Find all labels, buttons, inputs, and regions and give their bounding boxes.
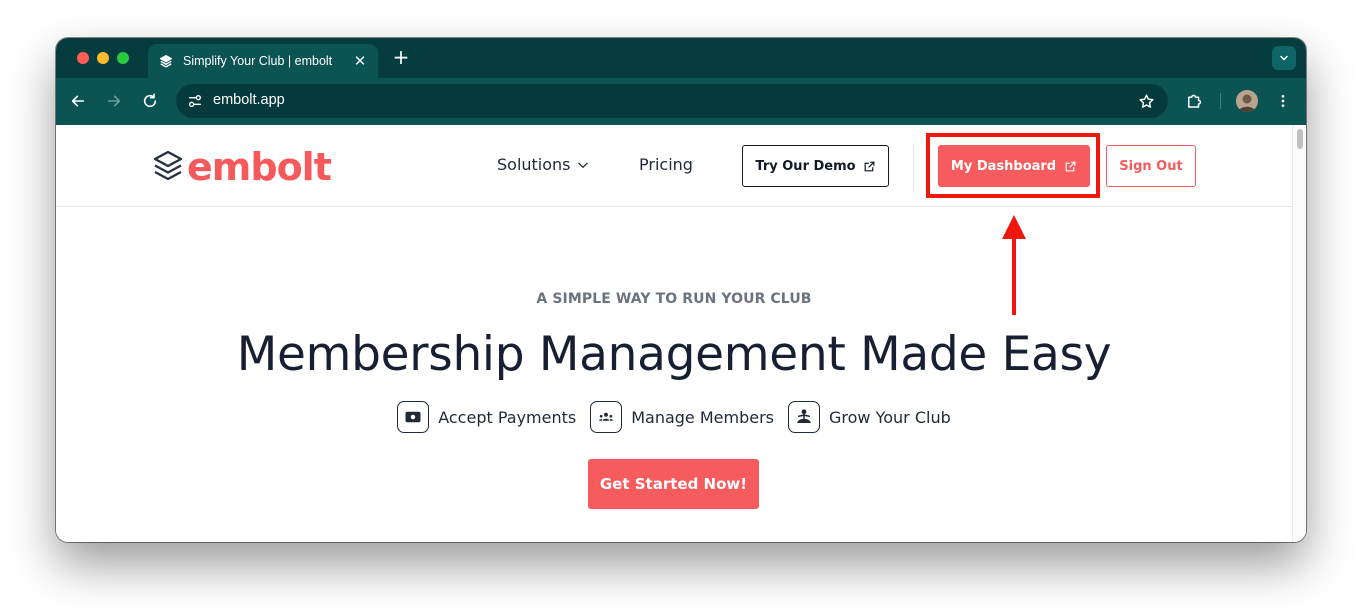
feature-item: Manage Members (590, 401, 774, 433)
browser-menu-button[interactable] (1271, 89, 1295, 113)
window-controls (77, 52, 129, 64)
forward-button[interactable] (102, 89, 126, 113)
reload-icon (143, 93, 157, 108)
arrow-left-icon (71, 95, 85, 107)
feature-item: Accept Payments (397, 401, 576, 433)
minimize-window-button[interactable] (97, 52, 109, 64)
close-window-button[interactable] (77, 52, 89, 64)
profile-avatar[interactable] (1236, 90, 1258, 112)
feature-list: Accept Payments Manage Members Grow Your… (56, 401, 1292, 433)
extensions-button[interactable] (1182, 89, 1206, 113)
more-vertical-icon (1281, 95, 1285, 107)
embolt-favicon-icon (158, 53, 174, 69)
url-text[interactable]: embolt.app (213, 92, 285, 108)
chevron-down-icon (577, 162, 588, 168)
web-page: embolt Solutions Pricing Try Our Demo My… (56, 125, 1306, 542)
tab-strip: Simplify Your Club | embolt ✕ + (56, 38, 1306, 78)
feature-label: Accept Payments (438, 407, 577, 427)
stacked-layers-icon (153, 150, 183, 181)
chevron-down-icon (1280, 55, 1288, 61)
address-bar[interactable]: embolt.app (176, 84, 1168, 118)
logo-wordmark: embolt (187, 145, 332, 189)
feature-label: Manage Members (631, 407, 775, 427)
try-demo-button[interactable]: Try Our Demo (742, 145, 889, 187)
zoom-window-button[interactable] (117, 52, 129, 64)
tab-title: Simplify Your Club | embolt (183, 54, 333, 68)
feature-item: Grow Your Club (788, 401, 951, 433)
feature-label: Grow Your Club (829, 407, 951, 427)
nav-pricing[interactable]: Pricing (639, 155, 693, 174)
external-link-icon (864, 161, 875, 171)
browser-window: Simplify Your Club | embolt ✕ + embolt.a… (56, 38, 1306, 542)
puzzle-icon (1188, 94, 1202, 108)
hero-eyebrow: A SIMPLE WAY TO RUN YOUR CLUB (536, 291, 812, 307)
get-started-button[interactable]: Get Started Now! (588, 459, 759, 509)
embolt-logo[interactable]: embolt (152, 145, 332, 189)
back-button[interactable] (66, 89, 90, 113)
try-demo-label: Try Our Demo (755, 158, 856, 174)
nav-solutions-label: Solutions (497, 155, 571, 174)
payments-icon (397, 401, 430, 433)
grow-icon (788, 401, 821, 433)
tab-close-icon[interactable]: ✕ (352, 52, 368, 70)
nav-solutions[interactable]: Solutions (497, 155, 590, 174)
site-header: embolt Solutions Pricing Try Our Demo My… (56, 125, 1292, 207)
browser-toolbar: embolt.app (56, 78, 1306, 125)
reload-button[interactable] (138, 89, 162, 113)
hero-headline: Membership Management Made Easy (236, 327, 1112, 382)
sign-out-button[interactable]: Sign Out (1106, 145, 1196, 187)
toolbar-divider (1220, 93, 1221, 109)
page-scrollbar[interactable] (1292, 125, 1306, 542)
tab-search-button[interactable] (1272, 46, 1296, 70)
browser-tab-active[interactable]: Simplify Your Club | embolt ✕ (148, 44, 378, 78)
arrow-right-icon (107, 95, 121, 107)
bookmark-star-icon[interactable] (1136, 91, 1156, 111)
new-tab-button[interactable]: + (390, 47, 412, 69)
scrollbar-thumb[interactable] (1297, 129, 1303, 149)
header-divider (913, 145, 914, 191)
site-settings-icon[interactable] (186, 92, 204, 110)
annotation-highlight-box (926, 133, 1100, 198)
members-icon (590, 401, 623, 433)
